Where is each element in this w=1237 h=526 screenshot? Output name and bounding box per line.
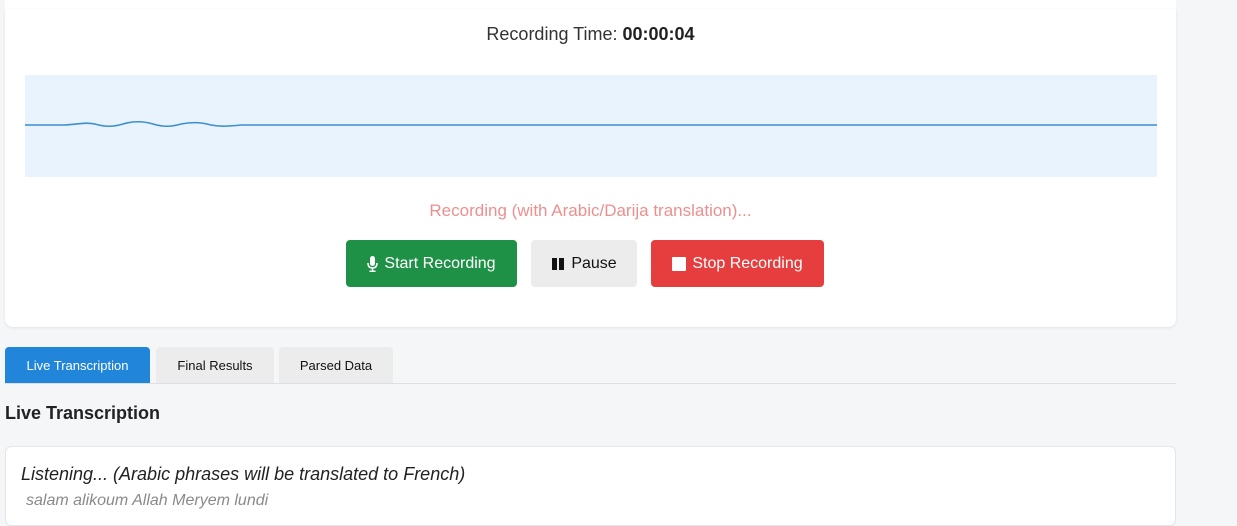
pause-label: Pause: [571, 254, 617, 272]
stop-recording-button[interactable]: Stop Recording: [651, 240, 824, 287]
recording-status: Recording (with Arabic/Darija translatio…: [429, 201, 752, 220]
recording-timer: Recording Time: 00:00:04: [0, 24, 1181, 45]
stop-icon: [672, 256, 687, 271]
section-title: Live Transcription: [5, 403, 161, 423]
tab-live-transcription[interactable]: Live Transcription: [5, 347, 150, 383]
tab-final-results[interactable]: Final Results: [156, 347, 274, 383]
audio-waveform: [25, 75, 1157, 177]
pause-button[interactable]: Pause: [531, 240, 637, 287]
live-transcription-box: Listening... (Arabic phrases will be tra…: [5, 446, 1176, 526]
pause-icon: [552, 257, 565, 270]
timer-label: Recording Time:: [486, 24, 618, 44]
results-tabs: Live Transcription Final Results Parsed …: [5, 347, 1176, 384]
timer-value: 00:00:04: [622, 24, 695, 44]
waveform-line: [25, 120, 1157, 128]
start-recording-label: Start Recording: [384, 254, 496, 272]
listening-text: Listening... (Arabic phrases will be tra…: [21, 464, 466, 484]
stop-recording-label: Stop Recording: [692, 254, 803, 272]
microphone-icon: [367, 255, 379, 272]
start-recording-button[interactable]: Start Recording: [346, 240, 517, 287]
interim-transcript: salam alikoum Allah Meryem lundi: [26, 492, 269, 509]
waveform-svg: [25, 120, 1157, 128]
tab-parsed-data[interactable]: Parsed Data: [279, 347, 393, 383]
